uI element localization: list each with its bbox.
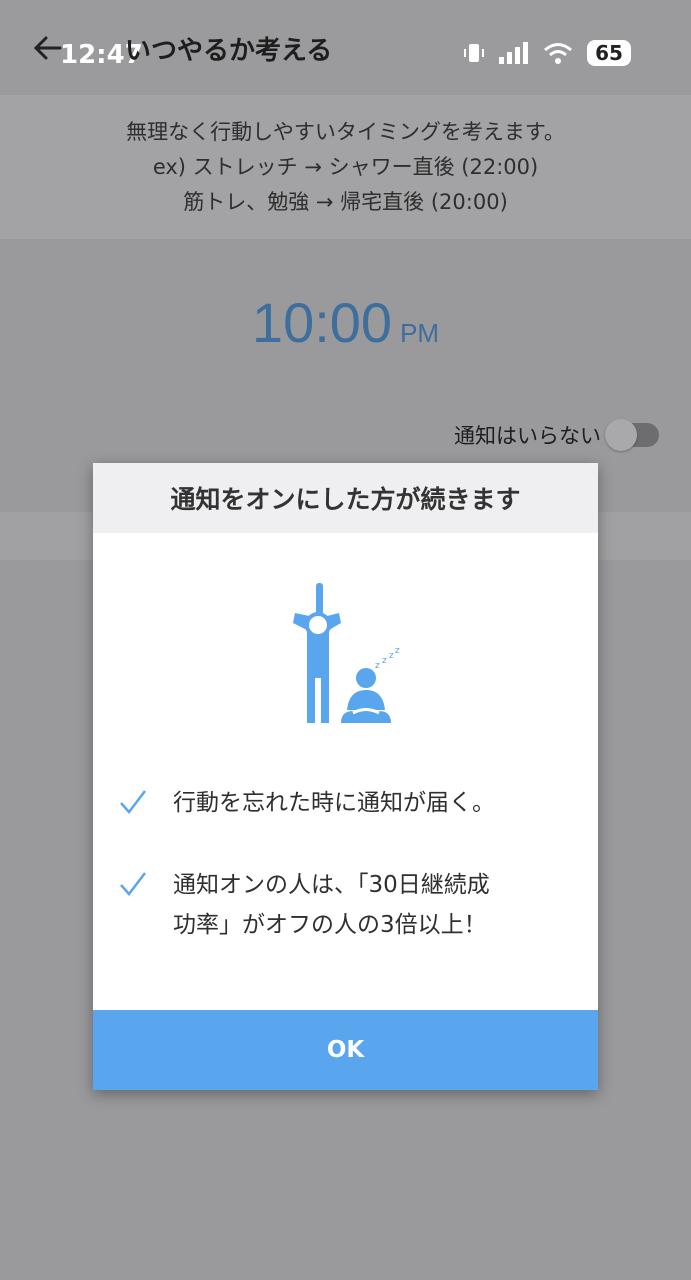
svg-text:z: z [395,646,400,656]
svg-text:z: z [382,656,387,666]
info-line: 筋トレ、勉強 → 帰宅直後 (20:00) [183,190,508,214]
stretch-meditate-illustration-icon: z z z z [293,583,400,723]
svg-text:z: z [375,661,380,671]
toggle-knob [605,419,637,451]
benefit-item: 行動を忘れた時に通知が届く。 [118,783,578,823]
app-bar: 12:47 いつやるか考える 65 [0,0,691,95]
ok-button[interactable]: OK [93,1010,598,1090]
benefit-text: 通知オンの人は、「30日継続成 功率」がオフの人の3倍以上！ [173,865,490,945]
info-line: ex) ストレッチ → シャワー直後 (22:00) [152,155,539,179]
status-icons: 65 [463,40,631,66]
toggle-label: 通知はいらない [454,424,601,448]
page-title: いつやるか考える [125,36,333,66]
svg-text:z: z [389,651,394,661]
benefit-text-line: 通知オンの人は、「30日継続成 [173,872,490,898]
benefit-item: 通知オンの人は、「30日継続成 功率」がオフの人の3倍以上！ [118,865,578,945]
time-picker[interactable]: 10:00 PM [0,290,691,355]
signal-icon [499,42,528,64]
dialog-title: 通知をオンにした方が続きます [93,463,598,533]
battery-indicator: 65 [587,40,631,66]
info-description: 無理なく行動しやすいタイミングを考えます。 ex) ストレッチ → シャワー直後… [0,95,691,239]
notification-dialog: 通知をオンにした方が続きます z z z z 行動を忘れた時に通知が届く。 通知… [93,463,598,1090]
vibrate-icon [464,44,484,62]
notification-toggle-row: 通知はいらない [454,419,659,451]
check-icon [120,790,146,814]
time-value: 10:00 [251,291,393,354]
benefit-text: 行動を忘れた時に通知が届く。 [173,790,495,816]
ampm-label: PM [400,318,440,348]
benefit-text-line: 功率」がオフの人の3倍以上！ [173,912,487,938]
wifi-icon [544,43,572,64]
notification-toggle[interactable] [605,419,659,451]
check-icon [120,872,146,896]
info-line: 無理なく行動しやすいタイミングを考えます。 [126,120,565,144]
